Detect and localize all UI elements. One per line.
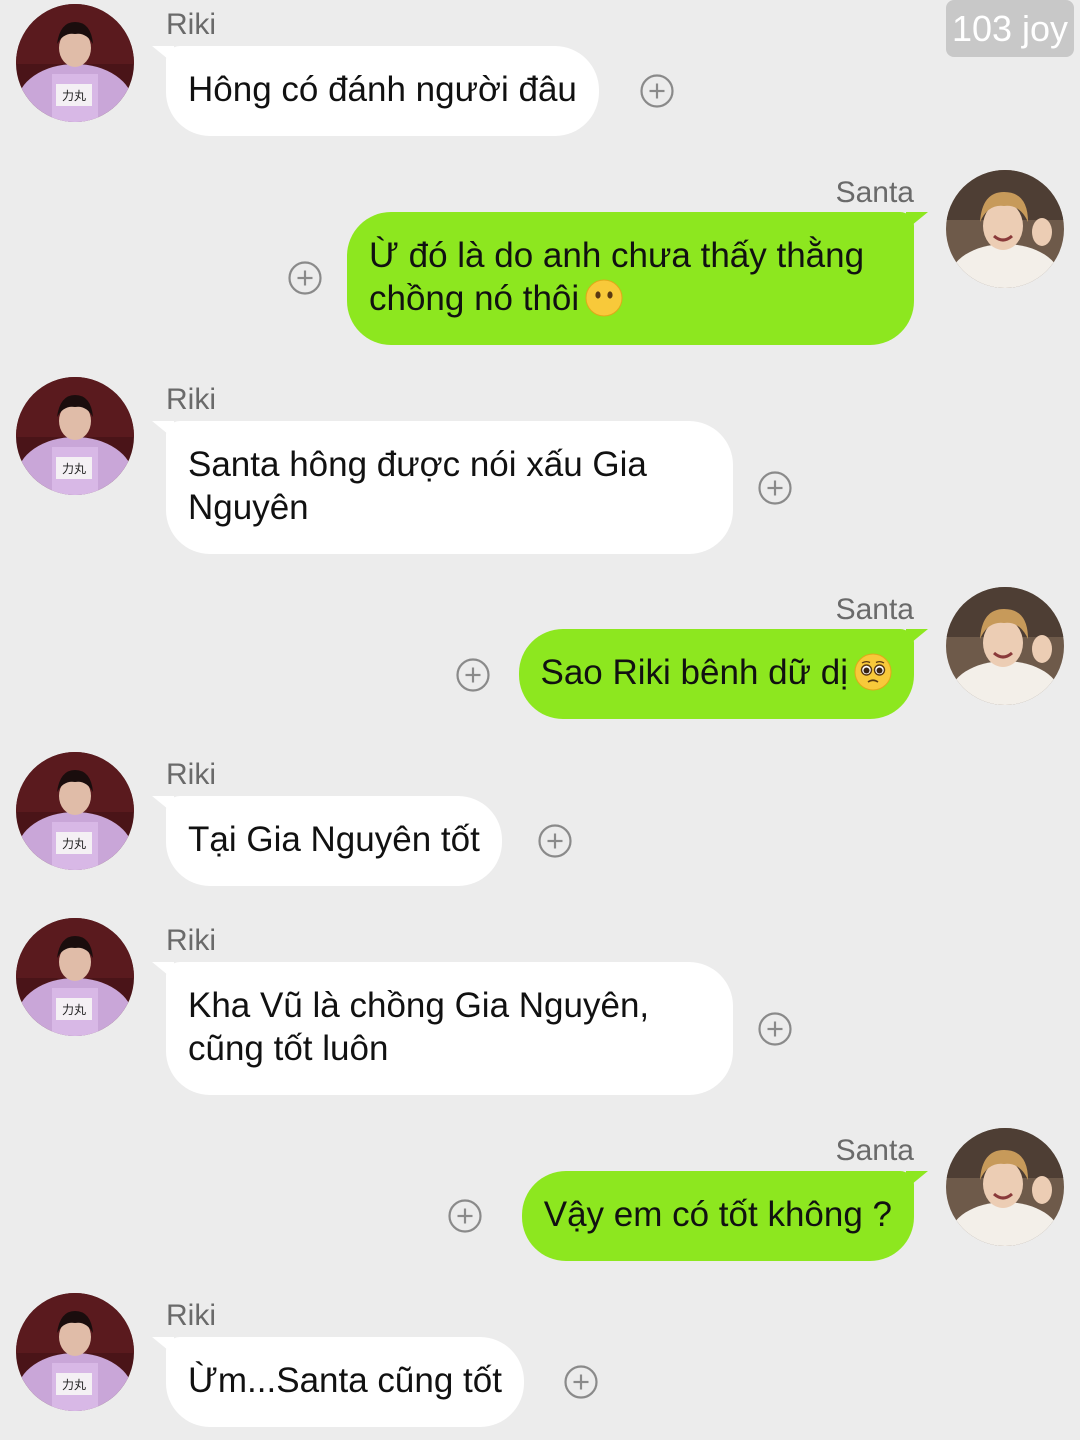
avatar[interactable] <box>946 1128 1064 1246</box>
watermark-label: 103 joy <box>946 0 1074 57</box>
pleading-face-emoji <box>854 653 892 691</box>
plus-circle-icon[interactable] <box>758 1012 792 1046</box>
plus-circle-icon[interactable] <box>456 658 490 692</box>
message-bubble[interactable]: Hông có đánh người đâu <box>152 46 599 136</box>
plus-circle-icon[interactable] <box>758 471 792 505</box>
sender-name: Riki <box>166 8 216 41</box>
plus-circle-icon[interactable] <box>288 261 322 295</box>
message-bubble[interactable]: Vậy em có tốt không ? <box>521 1171 929 1261</box>
avatar[interactable] <box>16 1293 134 1411</box>
sender-name: Santa <box>835 176 914 209</box>
message-text: Tại Gia Nguyên tốt <box>188 820 480 859</box>
plus-circle-icon[interactable] <box>640 74 674 108</box>
message-bubble[interactable]: Ừm...Santa cũng tốt <box>152 1337 524 1427</box>
message-text: Hông có đánh người đâu <box>188 70 577 109</box>
sender-name: Riki <box>166 383 216 416</box>
sender-name: Riki <box>166 758 216 791</box>
message-bubble[interactable]: Ừ đó là do anh chưa thấy thằng chồng nó … <box>347 212 928 345</box>
sender-name: Santa <box>835 593 914 626</box>
message-text: Vậy em có tốt không ? <box>543 1195 892 1234</box>
avatar[interactable] <box>16 918 134 1036</box>
avatar[interactable] <box>946 587 1064 705</box>
face-without-mouth-emoji <box>585 279 623 317</box>
avatar[interactable] <box>16 752 134 870</box>
message-bubble[interactable]: Kha Vũ là chồng Gia Nguyên, cũng tốt luô… <box>152 962 733 1095</box>
plus-circle-icon[interactable] <box>564 1365 598 1399</box>
sender-name: Riki <box>166 1299 216 1332</box>
avatar[interactable] <box>946 170 1064 288</box>
message-text: Sao Riki bênh dữ dị <box>540 653 849 692</box>
plus-circle-icon[interactable] <box>448 1199 482 1233</box>
sender-name: Santa <box>835 1134 914 1167</box>
message-bubble[interactable]: Sao Riki bênh dữ dị <box>518 629 928 719</box>
message-text: Santa hông được nói xấu Gia Nguyên <box>188 445 647 527</box>
sender-name: Riki <box>166 924 216 957</box>
plus-circle-icon[interactable] <box>538 824 572 858</box>
avatar[interactable] <box>16 377 134 495</box>
avatar[interactable] <box>16 4 134 122</box>
message-bubble[interactable]: Santa hông được nói xấu Gia Nguyên <box>152 421 733 554</box>
message-bubble[interactable]: Tại Gia Nguyên tốt <box>152 796 502 886</box>
message-text: Kha Vũ là chồng Gia Nguyên, cũng tốt luô… <box>188 986 650 1068</box>
message-text: Ừm...Santa cũng tốt <box>188 1361 502 1400</box>
